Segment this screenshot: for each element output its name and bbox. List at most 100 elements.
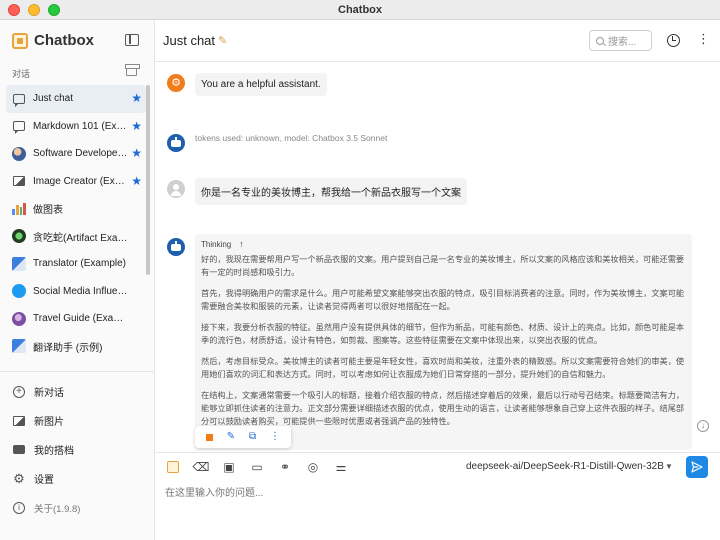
session-item-software-developer[interactable]: Software Developer (Example) ★ xyxy=(6,140,146,168)
session-item-image-creator[interactable]: Image Creator (Example) ★ xyxy=(6,168,146,196)
plus-circle-icon: + xyxy=(12,385,26,399)
new-chat-button[interactable]: + 新对话 xyxy=(6,377,146,406)
thinking-paragraph: 首先，我得明确用户的需求是什么。用户可能希望文案能够突出衣服的特点，吸引目标消费… xyxy=(201,289,685,311)
session-label: Translator (Example) xyxy=(33,258,126,270)
more-vertical-icon[interactable]: ⋮ xyxy=(697,32,710,45)
version-label: 关于(1.9.8) xyxy=(34,503,81,515)
session-label: 做图表 xyxy=(33,205,63,217)
image-icon[interactable]: ▣ xyxy=(221,459,237,475)
arrow-up-icon: ↑ xyxy=(239,239,244,249)
window-controls xyxy=(8,4,60,16)
thinking-paragraph: 然后，考虑目标受众。美妆博主的读者可能主要是年轻女性，喜欢时尚和美妆，注重外表的… xyxy=(201,357,685,379)
session-label: Social Media Influencer (Example) xyxy=(33,285,129,297)
menu-label: 新图片 xyxy=(34,417,64,428)
copilot-picker-button[interactable] xyxy=(165,459,181,475)
sliders-icon[interactable]: ⚌ xyxy=(333,459,349,475)
star-icon[interactable]: ★ xyxy=(131,146,142,160)
session-item-social-media[interactable]: Social Media Influencer (Example) xyxy=(6,278,146,306)
section-label: 对话 xyxy=(12,69,31,79)
system-message: You are a helpful assistant. xyxy=(195,73,327,96)
edit-icon[interactable]: ✎ xyxy=(227,432,235,442)
session-item-travel-guide[interactable]: Travel Guide (Example) xyxy=(6,305,146,333)
chart-icon xyxy=(12,202,26,216)
globe-avatar-icon xyxy=(12,311,26,326)
session-label: Software Developer (Example) xyxy=(33,148,129,160)
sidebar-scrollbar-thumb[interactable] xyxy=(146,85,150,275)
bot-avatar-icon xyxy=(167,238,185,256)
about-button[interactable]: i 关于(1.9.8) xyxy=(6,493,146,522)
minimize-window-button[interactable] xyxy=(28,4,40,16)
bot-avatar-icon xyxy=(167,134,185,152)
title-bar: Chatbox xyxy=(0,0,720,20)
session-item-snake[interactable]: 贪吃蛇(Artifact Example) xyxy=(6,223,146,251)
send-button[interactable] xyxy=(686,456,708,478)
copy-icon[interactable]: ⧉ xyxy=(249,432,256,442)
translator-icon xyxy=(12,256,26,271)
thinking-label: Thinking xyxy=(201,239,232,249)
session-label: Just chat xyxy=(33,93,74,105)
my-copilots-button[interactable]: 我的搭档 xyxy=(6,435,146,464)
chat-title: Just chat xyxy=(163,33,216,48)
new-image-button[interactable]: 新图片 xyxy=(6,406,146,435)
session-label: Image Creator (Example) xyxy=(33,175,129,187)
message-input[interactable] xyxy=(165,483,705,503)
session-item-translator[interactable]: Translator (Example) xyxy=(6,250,146,278)
brand: Chatbox xyxy=(12,32,94,49)
robot-icon xyxy=(12,443,26,457)
translator-icon xyxy=(12,339,26,354)
user-message: 你是一名专业的美妆博主，帮我给一个新品衣服写一个文案 xyxy=(195,178,467,205)
collapse-sidebar-icon[interactable] xyxy=(125,34,139,46)
sidebar-menu: + 新对话 新图片 我的搭档 ⚙ 设置 i 关于(1.9.8) xyxy=(6,377,146,522)
search-icon xyxy=(596,36,604,45)
star-icon[interactable]: ★ xyxy=(131,91,142,105)
thinking-toggle[interactable]: Thinking ↑ xyxy=(201,239,686,249)
edit-title-icon[interactable]: ✎ xyxy=(218,34,227,47)
history-icon[interactable] xyxy=(667,34,680,47)
menu-label: 设置 xyxy=(34,475,54,486)
session-label: Markdown 101 (Example) xyxy=(33,120,129,132)
stop-icon[interactable] xyxy=(205,433,213,441)
user-avatar-icon xyxy=(167,180,185,198)
settings-button[interactable]: ⚙ 设置 xyxy=(6,464,146,493)
message-list: You are a helpful assistant. tokens used… xyxy=(155,62,720,452)
scroll-down-icon[interactable]: ↓ xyxy=(697,420,709,432)
chatbox-logo-icon xyxy=(167,461,179,473)
session-label: 翻译助手 (示例) xyxy=(33,342,103,354)
twitter-icon xyxy=(12,284,26,299)
session-label: Travel Guide (Example) xyxy=(33,313,129,325)
thinking-block: Thinking ↑ 好的，我现在需要帮用户写一个新品衣服的文案。用户提到自己是… xyxy=(195,234,692,450)
link-icon[interactable]: ⚭ xyxy=(277,459,293,475)
menu-label: 我的搭档 xyxy=(34,446,74,457)
eraser-icon[interactable]: ⌫ xyxy=(193,459,210,475)
sidebar: Chatbox 对话 Just chat ★ Markdown 101 (Exa… xyxy=(0,20,155,540)
search-input[interactable]: 搜索... xyxy=(589,30,652,51)
session-item-translation-assistant[interactable]: 翻译助手 (示例) xyxy=(6,333,146,361)
sidebar-scrollbar[interactable] xyxy=(146,85,150,370)
input-area: ⌫ ▣ ▭ ⚭ ◎ ⚌ deepseek-ai/DeepSeek-R1-Dist… xyxy=(155,452,720,540)
archive-icon[interactable] xyxy=(125,64,140,76)
thinking-paragraph: 在结构上，文案通常需要一个吸引人的标题，接着介绍衣服的特点，然后描述穿着后的效果… xyxy=(201,391,685,426)
chat-header: Just chat ✎ 搜索... ⋮ xyxy=(155,20,720,62)
info-icon: i xyxy=(12,501,26,515)
close-window-button[interactable] xyxy=(8,4,20,16)
folder-icon[interactable]: ▭ xyxy=(249,459,265,475)
model-selector[interactable]: deepseek-ai/DeepSeek-R1-Distill-Qwen-32B xyxy=(466,461,664,472)
search-placeholder: 搜索... xyxy=(608,37,637,48)
star-icon[interactable]: ★ xyxy=(131,174,142,188)
session-item-markdown[interactable]: Markdown 101 (Example) ★ xyxy=(6,113,146,141)
menu-label: 新对话 xyxy=(34,388,64,399)
message-toolbar: ✎ ⧉ ⋮ xyxy=(195,426,291,448)
more-vertical-icon[interactable]: ⋮ xyxy=(270,432,280,442)
brand-name: Chatbox xyxy=(34,32,94,49)
session-item-just-chat[interactable]: Just chat ★ xyxy=(6,85,146,113)
chevron-down-icon[interactable]: ▼ xyxy=(665,462,673,471)
maximize-window-button[interactable] xyxy=(48,4,60,16)
session-item-chart[interactable]: 做图表 xyxy=(6,195,146,223)
sidebar-divider xyxy=(0,371,154,372)
globe-icon[interactable]: ◎ xyxy=(305,459,321,475)
chatbox-logo-icon xyxy=(12,32,28,49)
system-avatar-icon xyxy=(167,74,185,92)
star-icon[interactable]: ★ xyxy=(131,119,142,133)
window-title: Chatbox xyxy=(338,3,382,16)
thinking-paragraph: 接下来，我要分析衣服的特征。虽然用户没有提供具体的细节，但作为新品，可能有颜色、… xyxy=(201,323,685,345)
